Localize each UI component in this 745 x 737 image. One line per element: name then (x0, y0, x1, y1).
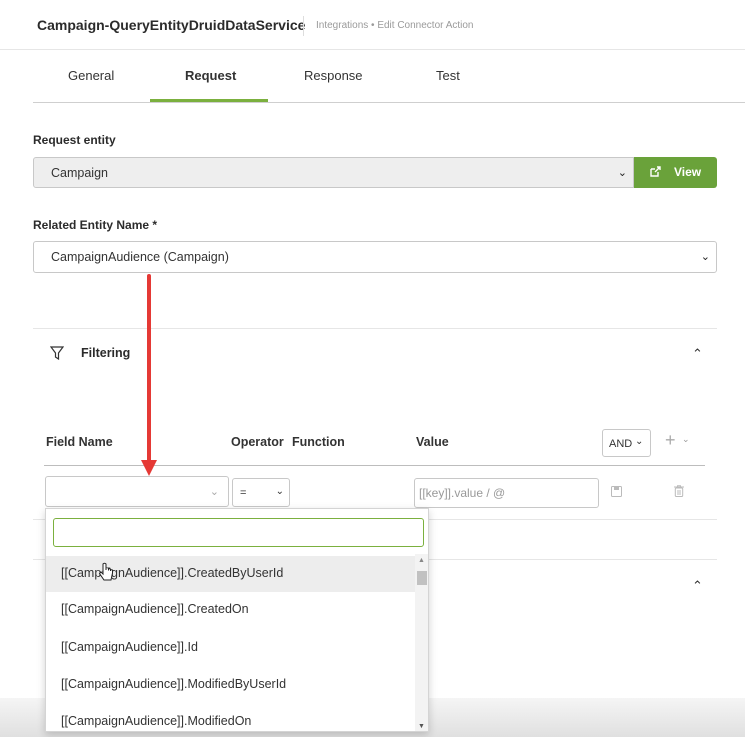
operator-header: Operator (231, 435, 284, 449)
dropdown-scrollbar[interactable]: ▲ ▼ (415, 554, 428, 731)
tab-response[interactable]: Response (304, 68, 363, 83)
tab-request[interactable]: Request (185, 68, 236, 83)
filtering-title: Filtering (81, 346, 131, 360)
dropdown-search-input[interactable] (53, 518, 424, 547)
view-button-label: View (674, 165, 702, 179)
view-button[interactable]: View (634, 157, 717, 188)
dropdown-option[interactable]: [[CampaignAudience]].ModifiedByUserId (46, 667, 415, 703)
field-name-dropdown: [[CampaignAudience]].CreatedByUserId [[C… (45, 508, 429, 732)
tab-general[interactable]: General (68, 68, 114, 83)
filter-header-divider (44, 465, 705, 466)
section-divider (33, 328, 717, 329)
scrollbar-thumb[interactable] (417, 571, 427, 585)
tab-bar: General Request Response Test (33, 50, 745, 103)
delete-icon[interactable] (674, 485, 684, 497)
value-header: Value (416, 435, 449, 449)
breadcrumb[interactable]: Integrations • Edit Connector Action (316, 20, 473, 31)
request-entity-value: Campaign (51, 166, 108, 180)
function-header: Function (292, 435, 345, 449)
field-name-select[interactable]: ⌄ (45, 476, 229, 507)
chevron-down-icon: ⌄ (209, 486, 219, 498)
value-input[interactable]: [[key]].value / @ (414, 478, 599, 508)
chevron-down-icon: ⌄ (275, 486, 284, 497)
header-divider (303, 16, 304, 36)
logic-operator-value: AND (609, 438, 633, 450)
filter-icon (50, 346, 64, 360)
operator-value: = (240, 487, 247, 499)
save-icon[interactable] (611, 486, 622, 497)
dropdown-option[interactable]: [[CampaignAudience]].Id (46, 630, 415, 666)
chevron-down-icon[interactable]: ⌄ (682, 434, 690, 445)
active-tab-indicator (150, 99, 268, 102)
collapse-filtering-icon[interactable]: ⌃ (692, 346, 703, 362)
chevron-down-icon: ⌄ (635, 436, 644, 447)
add-filter-icon[interactable]: + (665, 430, 676, 451)
operator-select[interactable]: = ⌄ (232, 478, 290, 507)
scroll-up-icon[interactable]: ▲ (418, 557, 425, 564)
chevron-down-icon: ⌄ (700, 251, 710, 263)
collapse-section-icon[interactable]: ⌃ (692, 578, 703, 594)
page-title: Campaign-QueryEntityDruidDataService (37, 17, 306, 33)
dropdown-option[interactable]: [[CampaignAudience]].ModifiedOn (46, 704, 415, 731)
related-entity-value: CampaignAudience (Campaign) (51, 250, 229, 264)
related-entity-label: Related Entity Name * (33, 218, 158, 232)
dropdown-option[interactable]: [[CampaignAudience]].CreatedOn (46, 592, 415, 628)
chevron-down-icon: ⌄ (617, 167, 627, 179)
field-name-header: Field Name (46, 435, 113, 449)
tab-test[interactable]: Test (436, 68, 460, 83)
related-entity-select[interactable]: CampaignAudience (Campaign) ⌄ (33, 241, 717, 273)
page-header: Campaign-QueryEntityDruidDataService Int… (0, 0, 745, 50)
external-link-icon (650, 166, 661, 177)
hand-cursor-icon (98, 562, 113, 581)
logic-operator-select[interactable]: AND ⌄ (602, 429, 651, 457)
scroll-down-icon[interactable]: ▼ (418, 723, 425, 730)
request-entity-label: Request entity (33, 133, 116, 147)
request-entity-select[interactable]: Campaign ⌄ (33, 157, 634, 188)
